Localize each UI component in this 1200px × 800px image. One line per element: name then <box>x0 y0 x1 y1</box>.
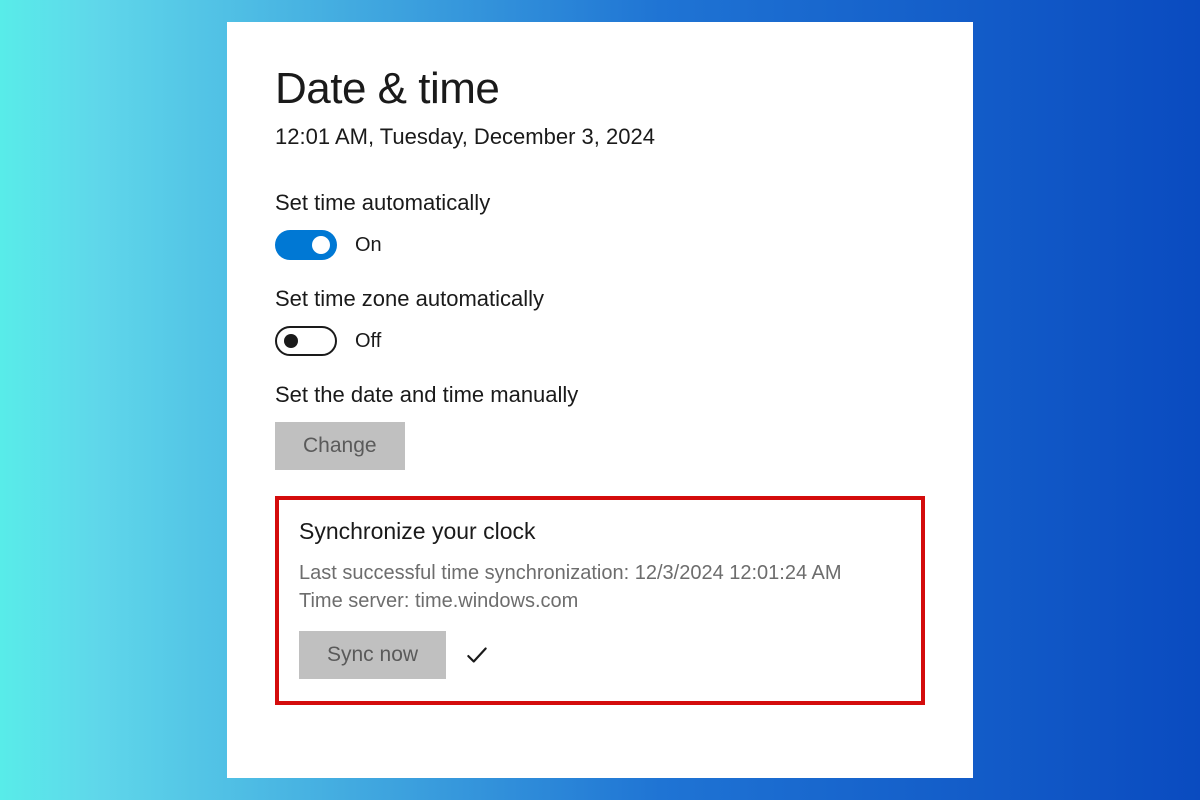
time-server-line: Time server: time.windows.com <box>299 587 901 615</box>
current-datetime: 12:01 AM, Tuesday, December 3, 2024 <box>275 124 925 150</box>
change-button[interactable]: Change <box>275 422 405 470</box>
auto-time-state: On <box>355 234 382 257</box>
page-title: Date & time <box>275 64 925 114</box>
sync-heading: Synchronize your clock <box>299 518 901 545</box>
last-sync-label: Last successful time synchronization: <box>299 562 629 584</box>
setting-auto-time: Set time automatically On <box>275 190 925 260</box>
time-server-value: time.windows.com <box>415 590 578 612</box>
checkmark-icon <box>464 642 490 668</box>
sync-clock-section: Synchronize your clock Last successful t… <box>275 496 925 705</box>
auto-timezone-label: Set time zone automatically <box>275 286 925 312</box>
auto-timezone-state: Off <box>355 330 381 353</box>
last-sync-value: 12/3/2024 12:01:24 AM <box>635 562 842 584</box>
time-server-label: Time server: <box>299 590 409 612</box>
setting-auto-timezone: Set time zone automatically Off <box>275 286 925 356</box>
auto-time-label: Set time automatically <box>275 190 925 216</box>
manual-time-label: Set the date and time manually <box>275 382 925 408</box>
last-sync-line: Last successful time synchronization: 12… <box>299 559 901 587</box>
setting-manual-time: Set the date and time manually Change <box>275 382 925 470</box>
auto-timezone-toggle[interactable] <box>275 326 337 356</box>
settings-panel: Date & time 12:01 AM, Tuesday, December … <box>227 22 973 778</box>
auto-time-toggle[interactable] <box>275 230 337 260</box>
sync-now-button[interactable]: Sync now <box>299 631 446 679</box>
